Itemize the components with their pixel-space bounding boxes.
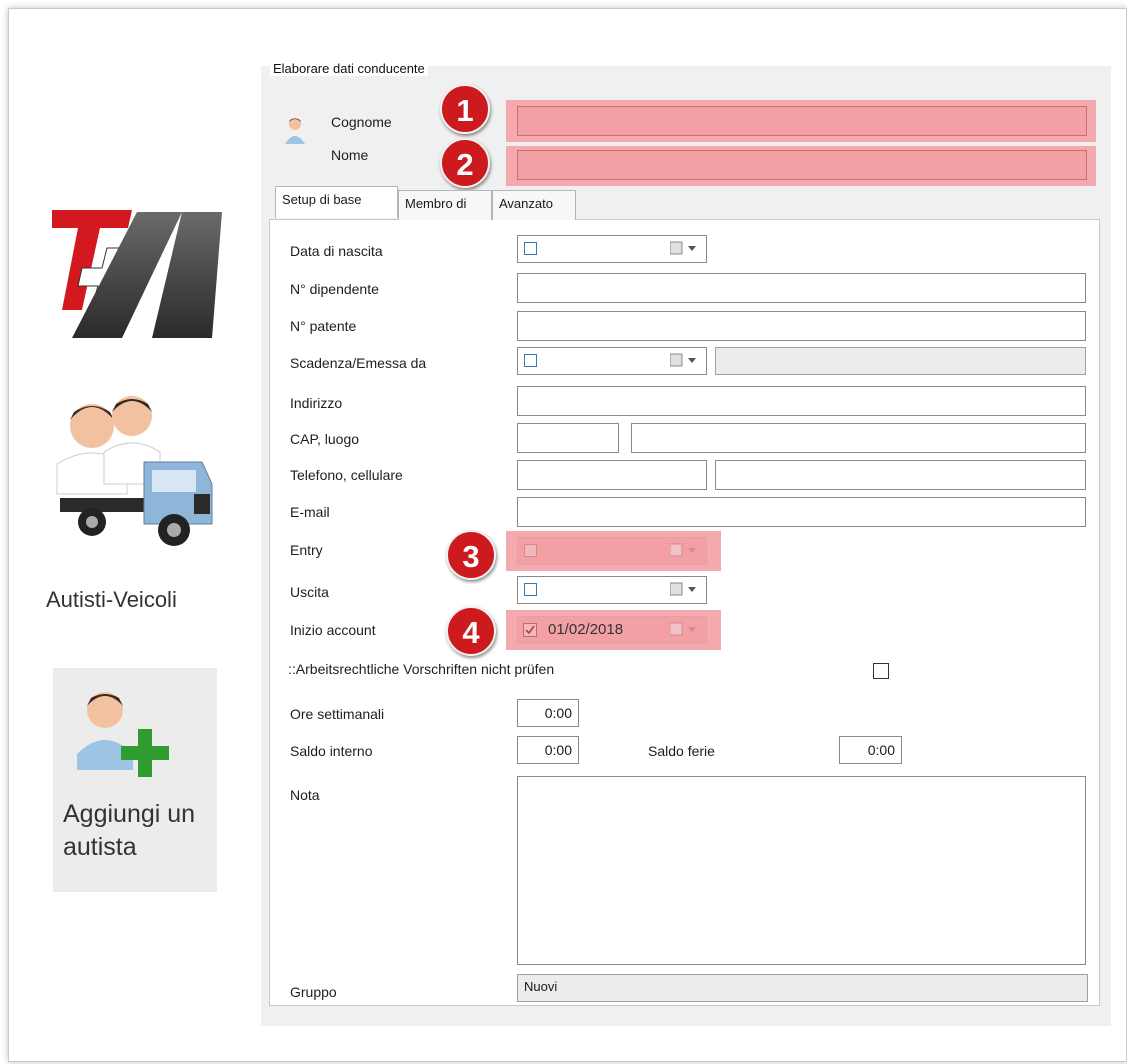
name-field[interactable] [517, 150, 1087, 180]
expiry-date-picker[interactable] [517, 347, 707, 375]
expiry-date-checkbox[interactable] [524, 354, 537, 367]
group-title: Elaborare dati conducente [270, 61, 428, 76]
note-label: Nota [290, 787, 320, 803]
license-no-label: N° patente [290, 318, 357, 334]
account-start-checkbox[interactable] [523, 623, 537, 637]
tab-basic-setup[interactable]: Setup di base [275, 186, 398, 218]
tab-advanced[interactable]: Avanzato [492, 190, 576, 220]
phone-mobile-label: Telefono, cellulare [290, 467, 403, 483]
account-start-date-value: 01/02/2018 [548, 621, 624, 638]
weekly-hours-field[interactable]: 0:00 [517, 699, 579, 727]
birth-date-label: Data di nascita [290, 243, 383, 259]
surname-label: Cognome [331, 114, 392, 130]
internal-balance-label: Saldo interno [290, 743, 373, 759]
expiry-issued-label: Scadenza/Emessa da [290, 355, 427, 371]
add-driver-button[interactable]: Aggiungi un autista [53, 668, 217, 892]
phone-field[interactable] [517, 460, 707, 490]
badge-1: 1 [440, 84, 490, 134]
email-label: E-mail [290, 504, 330, 520]
drivers-vehicles-label[interactable]: Autisti-Veicoli [46, 587, 177, 613]
labor-rules-checkbox[interactable] [873, 663, 889, 679]
badge-2: 2 [440, 138, 490, 188]
labor-rules-label: ::Arbeitsrechtliche Vorschriften nicht p… [288, 661, 555, 677]
calendar-dropdown-icon[interactable] [670, 352, 700, 368]
city-field[interactable] [631, 423, 1086, 453]
birth-date-picker[interactable] [517, 235, 707, 263]
holiday-balance-label: Saldo ferie [648, 743, 715, 759]
add-driver-label: Aggiungi un autista [63, 800, 196, 861]
zip-city-label: CAP, luogo [290, 431, 360, 447]
badge-3: 3 [446, 530, 496, 580]
calendar-dropdown-icon[interactable] [670, 240, 700, 256]
surname-field[interactable] [517, 106, 1087, 136]
address-label: Indirizzo [290, 395, 343, 411]
issued-by-field[interactable] [715, 347, 1086, 375]
email-field[interactable] [517, 497, 1086, 527]
entry-date-checkbox[interactable] [524, 544, 537, 557]
employee-no-field[interactable] [517, 273, 1086, 303]
exit-date-picker[interactable] [517, 576, 707, 604]
calendar-dropdown-icon[interactable] [670, 542, 700, 558]
tplus-logo [52, 210, 222, 338]
name-label: Nome [331, 147, 369, 163]
account-start-label: Inizio account [290, 622, 376, 638]
weekly-hours-label: Ore settimanali [290, 706, 385, 722]
drivers-vehicles-icon[interactable] [52, 394, 214, 552]
group-label: Gruppo [290, 984, 337, 1000]
tab-member-of[interactable]: Membro di [398, 190, 492, 220]
entry-label: Entry [290, 542, 323, 558]
holiday-balance-field[interactable]: 0:00 [839, 736, 902, 764]
calendar-dropdown-icon[interactable] [670, 581, 700, 597]
address-field[interactable] [517, 386, 1086, 416]
add-driver-icon [77, 692, 169, 777]
employee-no-label: N° dipendente [290, 281, 379, 297]
calendar-dropdown-icon[interactable] [670, 621, 700, 637]
entry-date-picker[interactable] [517, 537, 707, 565]
person-icon [285, 118, 305, 144]
note-textarea[interactable] [517, 776, 1086, 965]
group-field[interactable]: Nuovi [517, 974, 1088, 1002]
exit-date-checkbox[interactable] [524, 583, 537, 596]
birth-date-checkbox[interactable] [524, 242, 537, 255]
badge-4: 4 [446, 606, 496, 656]
internal-balance-field[interactable]: 0:00 [517, 736, 579, 764]
account-start-date-picker[interactable]: 01/02/2018 [517, 616, 707, 644]
license-no-field[interactable] [517, 311, 1086, 341]
mobile-field[interactable] [715, 460, 1086, 490]
zip-field[interactable] [517, 423, 619, 453]
exit-label: Uscita [290, 584, 329, 600]
